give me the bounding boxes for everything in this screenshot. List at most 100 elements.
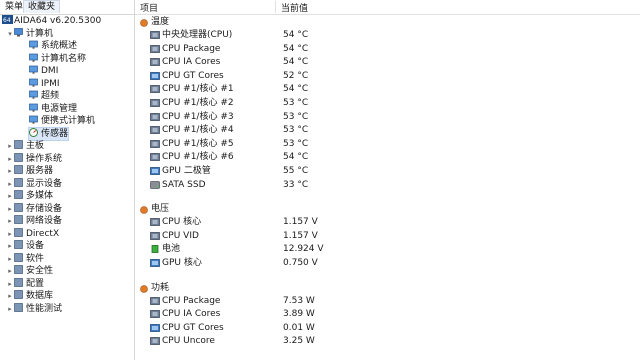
tree-item-computer-child[interactable]: 传感器	[27, 126, 70, 141]
tree-item-category[interactable]: ▸ 网络设备	[6, 215, 62, 227]
tree-item-computer-child-label: 计算机名称	[41, 53, 87, 64]
sensor-value: 0.01 W	[283, 322, 315, 333]
tree-item-computer-child[interactable]: 系统概述	[29, 40, 77, 52]
tree-item-category-icon	[14, 290, 23, 299]
expand-arrow-icon[interactable]: ▸	[6, 253, 14, 265]
sensor-row[interactable]: SATA SSD 33 °C	[135, 179, 640, 192]
tree-item-category[interactable]: ▸ 配置	[6, 277, 44, 290]
sensor-label: CPU VID	[162, 230, 199, 241]
sensor-label: CPU Package	[162, 295, 221, 306]
tree-root-aida64[interactable]: 64 AIDA64 v6.20.5300	[2, 15, 101, 27]
tree-item-category[interactable]: ▸ 操作系统	[6, 152, 62, 165]
tree-item-computer-child-label: DMI	[41, 66, 59, 76]
sensor-row[interactable]: CPU #1/核心 #3 53 °C	[135, 111, 640, 124]
tree-item-category[interactable]: ▸ 数据库	[6, 290, 53, 302]
expand-arrow-icon[interactable]: ▸	[6, 165, 14, 177]
sensor-value: 53 °C	[283, 125, 309, 136]
sensor-row[interactable]: CPU Uncore 3.25 W	[135, 335, 640, 348]
cpu-chip-icon	[150, 231, 160, 240]
sensor-value: 54 °C	[283, 152, 309, 163]
tree-item-category-label: 安全性	[26, 266, 54, 276]
sensor-row[interactable]: GPU 核心 0.750 V	[135, 257, 640, 270]
sensor-row[interactable]: CPU #1/核心 #5 53 °C	[135, 138, 640, 151]
sensor-row[interactable]: CPU IA Cores 3.89 W	[135, 308, 640, 321]
sensor-row[interactable]: CPU IA Cores 54 °C	[135, 56, 640, 69]
svg-text:64: 64	[3, 17, 11, 24]
sensor-list-panel: 项目 当前值 温度 中央处理器(CPU) 54 °C CPU Package 54 °C…	[135, 0, 640, 360]
battery-icon	[150, 245, 160, 254]
tree-item-computer-child-icon	[29, 40, 38, 49]
sensor-row[interactable]: 中央处理器(CPU) 54 °C	[135, 29, 640, 42]
expand-arrow-icon[interactable]: ▸	[6, 278, 14, 290]
sensor-row[interactable]: CPU GT Cores 0.01 W	[135, 322, 640, 335]
expand-arrow-icon[interactable]: ▸	[6, 153, 14, 165]
sensor-row[interactable]: CPU 核心 1.157 V	[135, 216, 640, 229]
tab-favorites[interactable]: 收藏夹	[23, 0, 61, 13]
expand-arrow-icon[interactable]: ▸	[6, 303, 14, 315]
sensor-row[interactable]: CPU Package 54 °C	[135, 43, 640, 56]
section-icon	[140, 284, 148, 293]
expand-arrow-icon[interactable]: ▸	[6, 228, 14, 240]
tree-item-category[interactable]: ▸ 性能测试	[6, 302, 62, 315]
sensor-label: CPU #1/核心 #1	[162, 84, 234, 95]
cpu-chip-icon	[150, 218, 160, 227]
tree-item-category-label: 存储设备	[26, 203, 63, 214]
tree-item-computer[interactable]: ▾ 计算机	[6, 27, 54, 40]
tree-item-computer-child[interactable]: 便携式计算机	[29, 115, 95, 127]
tree-item-category-icon	[14, 177, 23, 187]
tree-item-category[interactable]: ▸ 存储设备	[6, 202, 63, 215]
tree-item-computer-child[interactable]: DMI	[29, 65, 58, 77]
cpu-chip-icon	[150, 31, 160, 39]
sensor-row[interactable]: CPU #1/核心 #2 53 °C	[135, 97, 640, 110]
tree-item-category[interactable]: ▸ 软件	[6, 252, 44, 265]
sensor-row[interactable]: CPU Package 7.53 W	[135, 295, 640, 308]
sensor-label: CPU 核心	[162, 217, 202, 228]
tree-item-computer-child[interactable]: 计算机名称	[29, 53, 86, 65]
section-title: 功耗	[151, 282, 170, 293]
sensor-label: 电池	[162, 244, 181, 255]
sensor-value: 1.157 V	[283, 217, 318, 228]
tree-item-computer-child[interactable]: 电源管理	[29, 103, 77, 115]
sensor-row[interactable]: CPU #1/核心 #6 54 °C	[135, 151, 640, 164]
sensor-label: CPU IA Cores	[162, 309, 221, 320]
tree-item-computer-child-icon	[29, 127, 38, 137]
expand-arrow-icon[interactable]: ▸	[6, 240, 14, 252]
tree-item-category[interactable]: ▸ 显示设备	[6, 177, 63, 190]
sensor-row[interactable]: 电池 12.924 V	[135, 243, 640, 256]
expand-arrow-icon[interactable]: ▸	[6, 215, 14, 227]
collapse-arrow-icon[interactable]: ▾	[6, 28, 14, 40]
expand-arrow-icon[interactable]: ▸	[6, 290, 14, 302]
tree-item-computer-child[interactable]: 超频	[29, 90, 59, 102]
sensor-value: 53 °C	[283, 98, 309, 108]
sensor-row[interactable]: CPU VID 1.157 V	[135, 230, 640, 243]
tree-item-computer-label: 计算机	[26, 28, 54, 39]
sensor-row[interactable]: CPU #1/核心 #1 54 °C	[135, 83, 640, 96]
expand-arrow-icon[interactable]: ▸	[6, 190, 14, 202]
column-header-item[interactable]: 项目	[140, 1, 158, 14]
tree-item-category[interactable]: ▸ 设备	[6, 240, 44, 252]
column-divider[interactable]	[275, 1, 276, 13]
tree-item-category[interactable]: ▸ 安全性	[6, 265, 53, 277]
expand-arrow-icon[interactable]: ▸	[6, 203, 14, 215]
tree-item-category-icon	[14, 302, 23, 312]
cpu-chip-icon	[150, 99, 160, 107]
cpu-chip-icon	[150, 153, 160, 162]
sensor-row[interactable]: CPU GT Cores 52 °C	[135, 70, 640, 83]
sensor-row[interactable]: GPU 二极管 55 °C	[135, 165, 640, 178]
expand-arrow-icon[interactable]: ▸	[6, 265, 14, 277]
tree-item-category-label: 显示设备	[26, 178, 63, 189]
tree-item-computer-child[interactable]: IPMI	[29, 78, 60, 90]
sensor-row[interactable]: CPU #1/核心 #4 53 °C	[135, 124, 640, 137]
column-header-value[interactable]: 当前值	[281, 1, 308, 14]
expand-arrow-icon[interactable]: ▸	[6, 140, 14, 152]
expand-arrow-icon[interactable]: ▸	[6, 178, 14, 190]
panel-tabs: 菜单 收藏夹	[0, 0, 134, 15]
tree-item-category[interactable]: ▸ 服务器	[6, 165, 53, 177]
sensor-value: 54 °C	[283, 84, 309, 95]
tree-item-category[interactable]: ▸ DirectX	[6, 227, 59, 240]
tree-item-computer-child-icon	[29, 90, 38, 99]
tree-item-category[interactable]: ▸ 主板	[6, 140, 44, 152]
tree-item-category[interactable]: ▸ 多媒体	[6, 190, 53, 202]
cpu-chip-icon	[150, 126, 160, 135]
list-header: 项目 当前值	[135, 0, 640, 15]
